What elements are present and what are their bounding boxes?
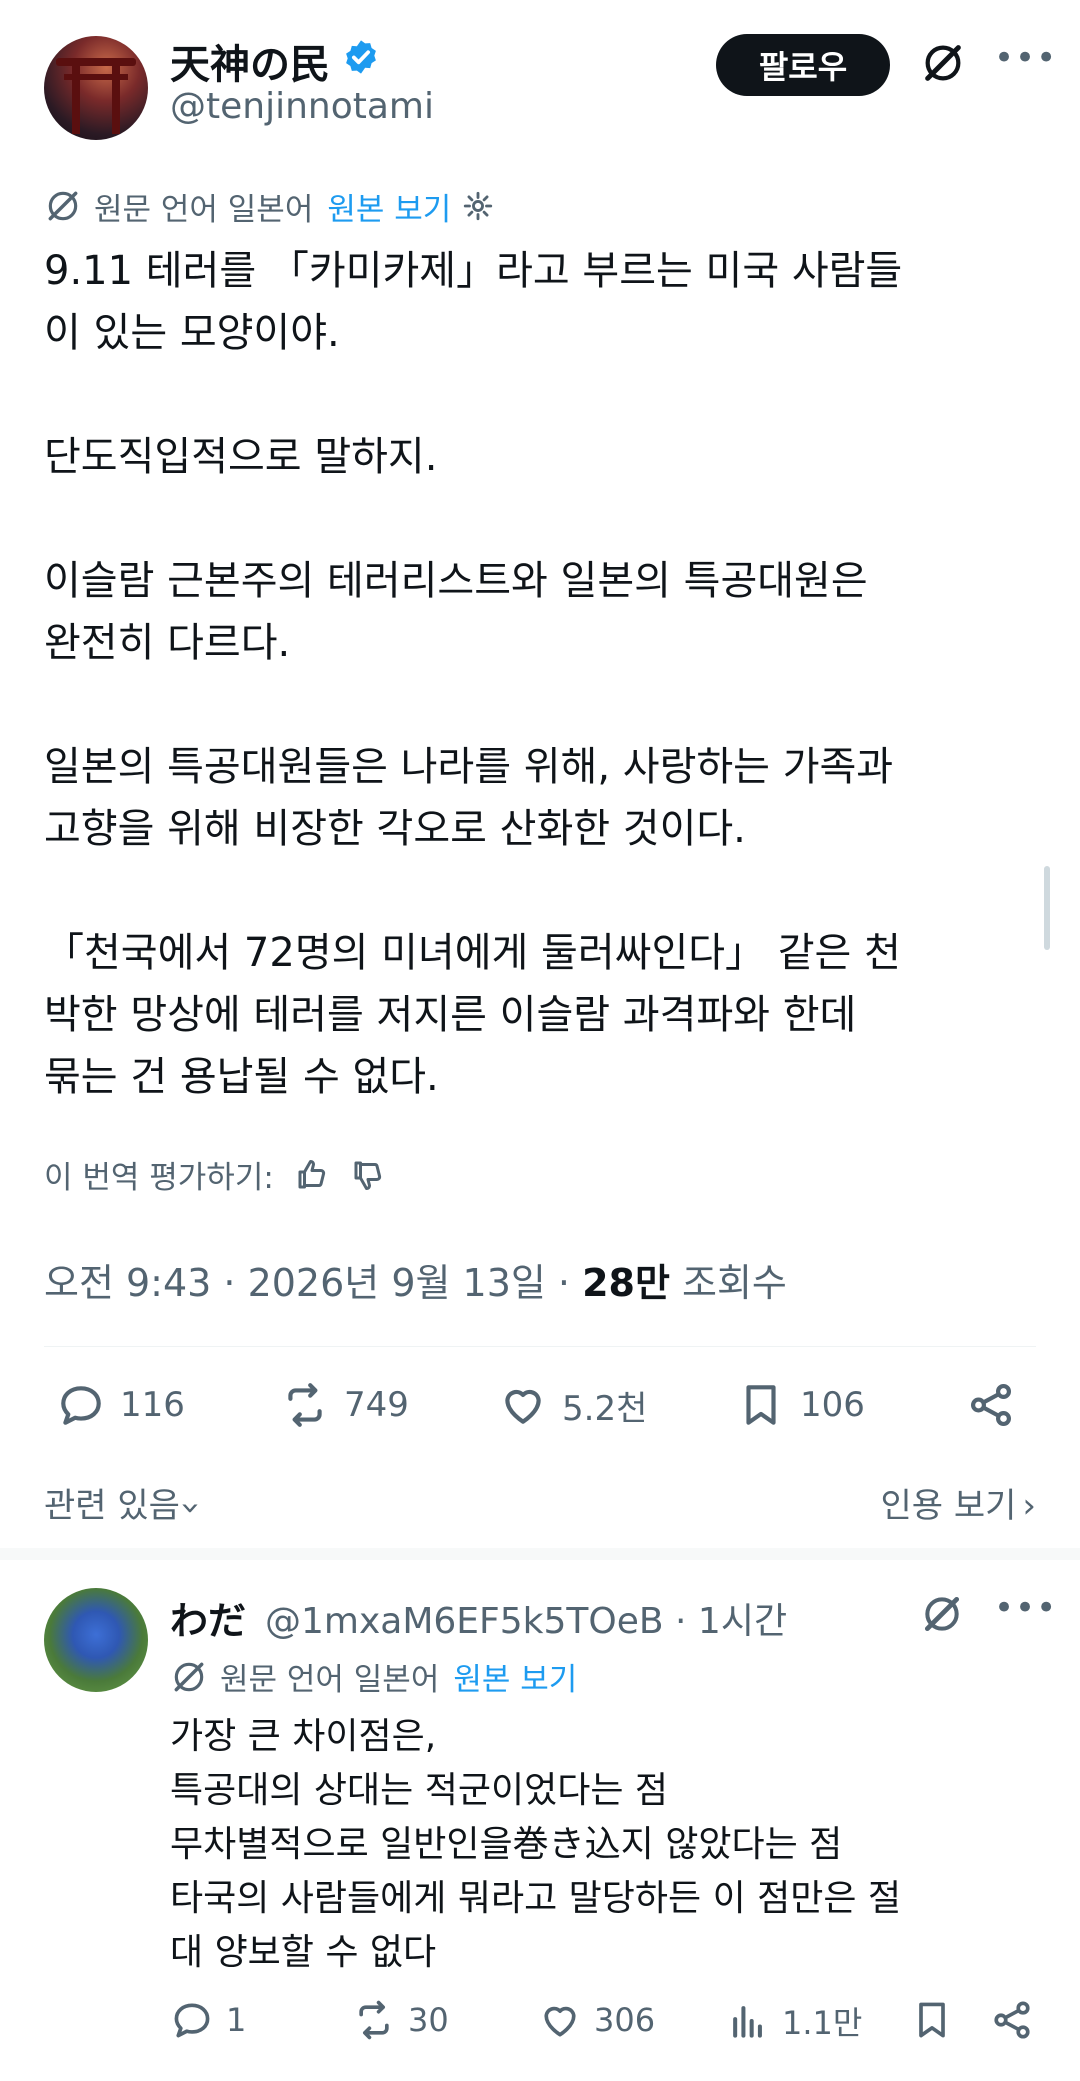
view-original-link[interactable]: 원본 보기 [453,1654,577,1699]
reply-translation-info: 원문 언어 일본어 원본 보기 [170,1654,577,1699]
share-icon [994,2001,1030,2039]
like-button[interactable]: 5.2천 [498,1380,647,1430]
share-button[interactable] [990,1998,1046,2042]
retweet-button[interactable]: 749 [280,1380,409,1430]
more-options-icon[interactable]: ••• [994,1588,1057,1628]
retweet-icon [359,2000,389,2040]
retweet-icon [288,1383,322,1427]
view-quotes-link[interactable]: 인용 보기 › [880,1478,1036,1527]
related-label: 관련 있음 [44,1486,180,1526]
tweet-body: 9.11 테러를 「카미카제」라고 부르는 미국 사람들 이 있는 모양이야. … [44,240,1044,1108]
view-count: 28만 [582,1261,670,1305]
chevron-down-icon: › [170,1501,211,1515]
reply-line: 타국의 사람들에게 뭐라고 말당하든 이 점만은 절 [170,1878,902,1919]
share-icon [971,1383,1011,1427]
thumbs-down-icon[interactable] [350,1157,386,1193]
reply-icon [61,1386,101,1425]
scrollbar-thumb[interactable] [1044,866,1050,950]
translate-icon [174,1662,204,1691]
tweet-action-bar: 116 749 5.2천 106 [56,1380,1036,1440]
bookmark-count: 106 [800,1385,865,1425]
settings-gear-icon[interactable] [461,189,495,223]
share-button[interactable] [966,1380,1030,1430]
reply-line: 특공대의 상대는 적군이었다는 점 [170,1770,669,1811]
tweet-paragraph: 「천국에서 72명의 미녀에게 둘러싸인다」 같은 천 박한 망상에 테러를 저… [44,930,901,1100]
views-chart-icon [733,2006,762,2038]
rate-translation-label: 이 번역 평가하기: [44,1160,274,1196]
reply-button[interactable]: 116 [56,1380,185,1430]
reply-body: 가장 큰 차이점은, 특공대의 상대는 적군이었다는 점 무차별적으로 일반인을… [170,1710,1030,1980]
grok-icon[interactable] [920,40,966,86]
tweet-paragraph: 일본의 특공대원들은 나라를 위해, 사랑하는 가족과 고향을 위해 비장한 각… [44,744,894,852]
bookmark-icon [746,1385,776,1425]
translate-icon [48,191,78,221]
tweet-paragraph: 9.11 테러를 「카미카제」라고 부르는 미국 사람들 이 있는 모양이야. [44,248,903,356]
reply-action-bar: 1 30 306 1.1만 [170,1998,1040,2054]
views-button[interactable]: 1.1만 [726,1998,862,2044]
view-count-label: 조회수 [669,1261,787,1305]
like-button[interactable]: 306 [538,1998,655,2042]
reply-count: 116 [120,1385,185,1425]
reply-icon [174,2003,210,2038]
tweet-paragraph: 이슬람 근본주의 테러리스트와 일본의 특공대원은 완전히 다르다. [44,558,868,666]
reply-line: 대 양보할 수 없다 [170,1932,437,1973]
bookmark-button[interactable] [910,1998,966,2042]
translation-info: 원문 언어 일본어 원본 보기 [44,184,495,228]
reply-line: 무차별적으로 일반인을巻き込지 않았다는 점 [170,1824,843,1865]
heart-icon [544,2006,576,2037]
thumbs-up-icon[interactable] [294,1157,330,1193]
related-toggle[interactable]: 관련 있음› [44,1478,211,1527]
grok-icon[interactable] [920,1592,964,1636]
like-count: 306 [594,2001,656,2039]
timestamp[interactable]: 오전 9:43 · 2026년 9월 13일 · [44,1261,582,1305]
more-options-icon[interactable]: ••• [994,38,1057,78]
retweet-count: 749 [344,1385,409,1425]
reply-author-name[interactable]: わだ [170,1590,246,1645]
follow-button[interactable]: 팔로우 [716,34,890,96]
retweet-count: 30 [408,2001,449,2039]
heart-icon [505,1389,541,1424]
reply-author-avatar[interactable] [44,1588,148,1692]
rate-translation: 이 번역 평가하기: [44,1152,386,1197]
retweet-button[interactable]: 30 [352,1998,449,2042]
original-language-label: 원문 언어 일본어 [94,191,314,228]
reply-author-handle[interactable]: @1mxaM6EF5k5TOeB · 1시간 [265,1592,787,1644]
bookmark-icon [919,2002,945,2038]
divider [44,1346,1036,1347]
view-count: 1.1만 [782,2004,863,2042]
quotes-label: 인용 보기 [880,1486,1017,1526]
verified-badge-icon [346,40,376,74]
view-original-link[interactable]: 원본 보기 [327,184,451,229]
reply-button[interactable]: 1 [170,1998,246,2042]
author-display-name[interactable]: 天神の民 [170,32,330,90]
section-divider [0,1548,1080,1560]
chevron-right-icon: › [1022,1486,1036,1526]
like-count: 5.2천 [562,1388,648,1429]
author-handle[interactable]: @tenjinnotami [170,86,434,127]
original-language-label: 원문 언어 일본어 [220,1662,440,1698]
bookmark-button[interactable]: 106 [736,1380,865,1430]
reply-line: 가장 큰 차이점은, [170,1716,437,1757]
tweet-paragraph: 단도직입적으로 말하지. [44,434,438,480]
author-avatar[interactable] [44,36,148,140]
reply-count: 1 [226,2001,247,2039]
tweet-meta: 오전 9:43 · 2026년 9월 13일 · 28만 조회수 [44,1252,787,1307]
